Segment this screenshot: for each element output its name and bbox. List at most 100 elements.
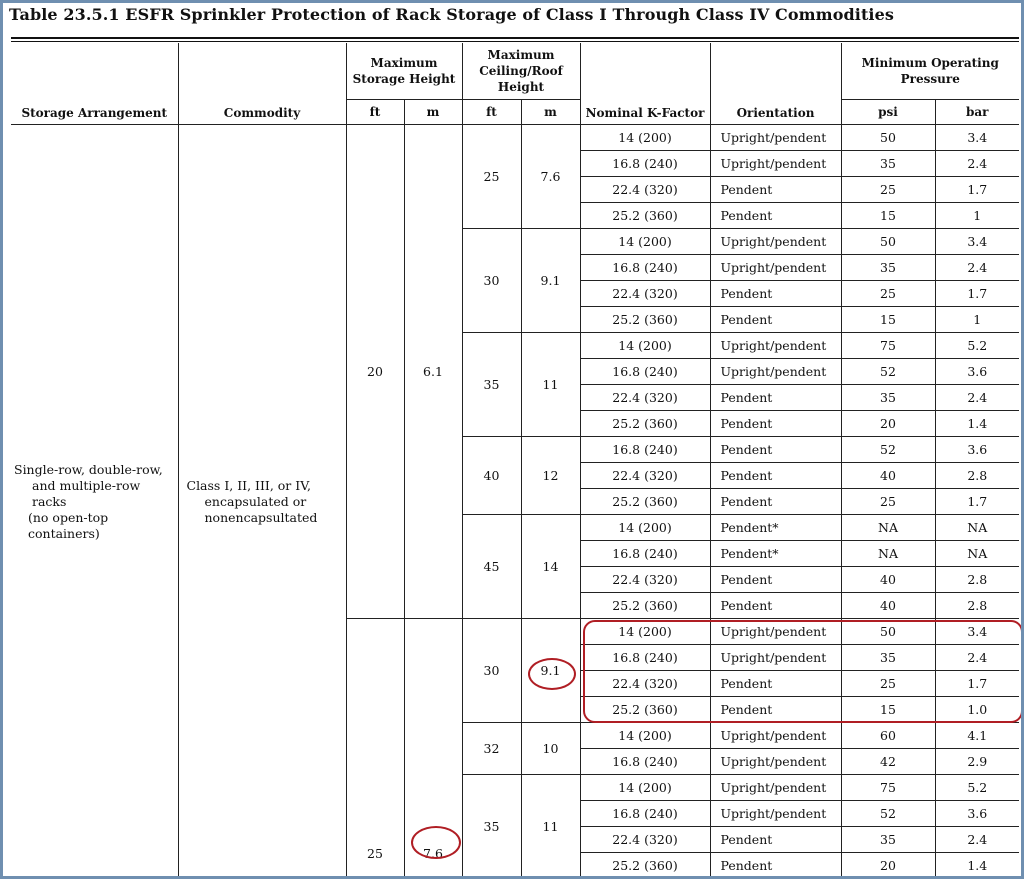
storage-height-m: 6.1 <box>403 124 462 619</box>
orientation-cell: Pendent <box>709 410 841 437</box>
orientation-cell: Pendent <box>709 436 841 463</box>
table-title: Table 23.5.1 ESFR Sprinkler Protection o… <box>9 5 895 24</box>
table-frame: Table 23.5.1 ESFR Sprinkler Protection o… <box>0 0 1024 879</box>
psi-cell: 25 <box>840 280 935 307</box>
psi-cell: 40 <box>840 462 935 489</box>
ceiling-height-ft: 35 <box>461 332 521 437</box>
psi-cell: 20 <box>840 410 935 437</box>
orientation-cell: Pendent <box>709 280 841 307</box>
psi-cell: 35 <box>840 254 935 281</box>
bar-cell: 3.6 <box>934 436 1020 463</box>
k-factor-cell: 25.2 (360) <box>579 202 710 229</box>
storage-arrangement-line: Single-row, double-row, <box>14 461 163 477</box>
k-factor-cell: 14 (200) <box>579 722 710 749</box>
commodity-line: nonencapsultated <box>204 509 318 525</box>
header-max-ceiling-height: Maximum Ceiling/Roof Height <box>461 43 580 100</box>
k-factor-cell: 16.8 (240) <box>579 150 710 177</box>
psi-cell: 15 <box>840 202 935 229</box>
orientation-cell: Pendent <box>709 202 841 229</box>
header-max-storage-height: Maximum Storage Height <box>345 43 462 100</box>
header-commodity: Commodity <box>177 43 346 125</box>
orientation-cell: Pendent <box>709 462 841 489</box>
psi-cell: 25 <box>840 488 935 515</box>
ceiling-height-ft: 40 <box>461 436 521 515</box>
ceiling-height-ft: 25 <box>461 124 521 229</box>
k-factor-cell: 16.8 (240) <box>579 436 710 463</box>
bar-cell: 1.7 <box>934 488 1020 515</box>
header-psi: psi <box>840 99 935 125</box>
header-ceiling-m: m <box>520 99 580 125</box>
bar-cell: 5.2 <box>934 774 1020 801</box>
psi-cell: NA <box>840 514 935 541</box>
table-body: Single-row, double-row, and multiple-row … <box>11 124 1020 876</box>
ceiling-height-ft: 35 <box>461 774 521 876</box>
orientation-cell: Pendent* <box>709 540 841 567</box>
k-factor-cell: 14 (200) <box>579 228 710 255</box>
bar-cell: 2.9 <box>934 748 1020 775</box>
orientation-cell: Pendent <box>709 488 841 515</box>
bar-cell: 3.4 <box>934 228 1020 255</box>
orientation-cell: Pendent <box>709 566 841 593</box>
orientation-cell: Pendent <box>709 306 841 333</box>
k-factor-cell: 25.2 (360) <box>579 410 710 437</box>
k-factor-cell: 16.8 (240) <box>579 358 710 385</box>
k-factor-cell: 14 (200) <box>579 124 710 151</box>
bar-cell: 1.4 <box>934 852 1020 876</box>
orientation-cell: Upright/pendent <box>709 358 841 385</box>
header-orientation: Orientation <box>709 43 841 125</box>
title-rule-thin <box>11 41 1019 42</box>
storage-arrangement-line: and multiple-row racks <box>32 477 141 509</box>
bar-cell: NA <box>934 540 1020 567</box>
bar-cell: 3.4 <box>934 124 1020 151</box>
orientation-cell: Pendent <box>709 384 841 411</box>
psi-cell: 52 <box>840 436 935 463</box>
bar-cell: 1.4 <box>934 410 1020 437</box>
k-factor-cell: 22.4 (320) <box>579 462 710 489</box>
psi-cell: 35 <box>840 826 935 853</box>
commodity-cell: Class I, II, III, or IV, encapsulated or n… <box>177 124 346 876</box>
orientation-cell: Pendent <box>709 592 841 619</box>
commodity-line: Class I, II, III, or IV, <box>186 477 312 493</box>
psi-cell: 40 <box>840 566 935 593</box>
highlight-oval-ceiling <box>528 658 576 690</box>
psi-cell: 60 <box>840 722 935 749</box>
orientation-cell: Upright/pendent <box>709 800 841 827</box>
psi-cell: 35 <box>840 384 935 411</box>
bar-cell: 1.7 <box>934 280 1020 307</box>
bar-cell: 2.8 <box>934 592 1020 619</box>
psi-cell: 52 <box>840 358 935 385</box>
bar-cell: 3.6 <box>934 358 1020 385</box>
k-factor-cell: 25.2 (360) <box>579 306 710 333</box>
k-factor-cell: 16.8 (240) <box>579 800 710 827</box>
ceiling-height-ft: 32 <box>461 722 521 775</box>
k-factor-cell: 14 (200) <box>579 774 710 801</box>
psi-cell: 20 <box>840 852 935 876</box>
ceiling-height-m: 14 <box>520 514 580 619</box>
bar-cell: 4.1 <box>934 722 1020 749</box>
psi-cell: 50 <box>840 124 935 151</box>
storage-height-ft: 20 <box>345 124 404 619</box>
orientation-cell: Upright/pendent <box>709 124 841 151</box>
psi-cell: 50 <box>840 228 935 255</box>
bar-cell: 1.7 <box>934 176 1020 203</box>
k-factor-cell: 25.2 (360) <box>579 852 710 876</box>
highlight-rectangle <box>583 620 1021 723</box>
ceiling-height-m: 11 <box>520 774 580 876</box>
k-factor-cell: 16.8 (240) <box>579 540 710 567</box>
title-rule-thick <box>11 37 1019 39</box>
k-factor-cell: 16.8 (240) <box>579 254 710 281</box>
psi-cell: 35 <box>840 150 935 177</box>
header-bar: bar <box>934 99 1020 125</box>
orientation-cell: Pendent* <box>709 514 841 541</box>
ceiling-height-ft: 30 <box>461 618 521 723</box>
orientation-cell: Upright/pendent <box>709 228 841 255</box>
commodity-line: encapsulated or <box>204 493 307 509</box>
psi-cell: 42 <box>840 748 935 775</box>
k-factor-cell: 22.4 (320) <box>579 826 710 853</box>
bar-cell: 1 <box>934 202 1020 229</box>
header-storage-m: m <box>403 99 462 125</box>
bar-cell: 2.4 <box>934 150 1020 177</box>
storage-height-ft: 25 <box>345 618 404 876</box>
ceiling-height-m: 12 <box>520 436 580 515</box>
ceiling-height-m: 11 <box>520 332 580 437</box>
